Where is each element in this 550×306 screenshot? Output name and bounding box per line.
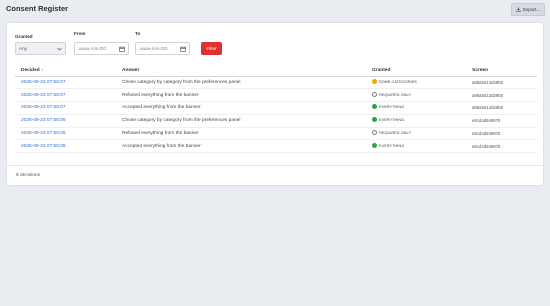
- granted-select[interactable]: Any: [15, 42, 66, 55]
- column-header-answer: Answer: [116, 65, 366, 77]
- table-footer: 6 decisions: [7, 165, 543, 185]
- granted-badge: EVERYTHING: [372, 142, 405, 148]
- column-header-screen: Screen: [466, 65, 537, 77]
- answer-cell: Accepted everything from the banner: [116, 101, 366, 115]
- granted-badge: REQUIRED ONLY: [372, 91, 411, 97]
- from-date-input[interactable]: aaaa-mm-DD: [74, 42, 129, 55]
- decided-link[interactable]: 2026-09-23 07:56:07: [15, 76, 116, 90]
- granted-cell: EVERYTHING: [366, 139, 466, 154]
- granted-text: REQUIRED ONLY: [379, 91, 411, 97]
- page-title: Consent Register: [6, 4, 69, 13]
- filter-button[interactable]: Filter: [201, 42, 222, 55]
- status-dot: [372, 104, 377, 110]
- table-row: 2026-09-23 07:56:05 Chose category by ca…: [15, 114, 537, 128]
- screen-cell: e8cd4d54997b: [466, 127, 537, 141]
- decided-link[interactable]: 2026-09-23 07:56:05: [15, 114, 116, 128]
- table-row: 2026-09-23 07:56:07 Accepted everything …: [15, 101, 537, 115]
- granted-cell: REQUIRED ONLY: [366, 88, 466, 103]
- to-placeholder: aaaa-mm-DD: [140, 46, 168, 51]
- status-dot: [372, 117, 377, 123]
- export-label: Export...: [522, 7, 541, 12]
- status-dot: [372, 130, 377, 136]
- granted-text: EVERYTHING: [379, 142, 405, 148]
- download-icon: [516, 7, 521, 12]
- granted-badge: REQUIRED ONLY: [372, 130, 411, 136]
- table-row: 2026-09-23 07:56:05 Refused everything f…: [15, 127, 537, 141]
- column-header-decided[interactable]: Decided ↓: [15, 65, 116, 77]
- granted-label: Granted: [15, 34, 33, 39]
- decided-link[interactable]: 2026-09-23 07:56:05: [15, 139, 116, 154]
- status-dot: [372, 91, 377, 97]
- table-row: 2026-09-23 07:56:07 Chose category by ca…: [15, 76, 537, 90]
- table-row: 2026-09-23 07:56:05 Accepted everything …: [15, 139, 537, 154]
- granted-cell: SOME CATEGORIES: [366, 76, 466, 90]
- screen-cell: e8cd4d54997b: [466, 114, 537, 128]
- granted-cell: EVERYTHING: [366, 114, 466, 128]
- table-header-row: Decided ↓ Answer Granted Screen: [15, 65, 537, 77]
- granted-value: Any: [19, 46, 27, 51]
- status-dot: [372, 142, 377, 148]
- granted-text: SOME CATEGORIES: [379, 78, 417, 84]
- column-header-granted: Granted: [366, 65, 466, 77]
- screen-cell: a88a5513d29b0: [466, 76, 537, 90]
- answer-cell: Refused everything from the banner: [116, 88, 366, 103]
- calendar-icon: [180, 46, 186, 52]
- granted-cell: REQUIRED ONLY: [366, 127, 466, 141]
- export-button[interactable]: Export...: [511, 3, 545, 16]
- status-dot: [372, 78, 377, 84]
- consent-card: Granted Any From aaaa-mm-DD To aaaa-mm-D…: [6, 22, 544, 186]
- screen-cell: e8cd4d54997b: [466, 139, 537, 154]
- screen-cell: a88a5513d29b0: [466, 101, 537, 115]
- table-row: 2026-09-23 07:56:07 Refused everything f…: [15, 88, 537, 103]
- granted-text: EVERYTHING: [379, 104, 405, 110]
- granted-cell: EVERYTHING: [366, 101, 466, 115]
- granted-badge: EVERYTHING: [372, 104, 405, 110]
- screen-cell: a88a5513d29b0: [466, 88, 537, 103]
- chevron-down-icon: [57, 47, 62, 51]
- decided-link[interactable]: 2026-09-23 07:56:07: [15, 101, 116, 115]
- consent-table: Decided ↓ Answer Granted Screen 2026-09-…: [15, 65, 537, 154]
- answer-cell: Chose category by category from the pref…: [116, 76, 366, 90]
- decided-link[interactable]: 2026-09-23 07:56:05: [15, 127, 116, 141]
- granted-text: EVERYTHING: [379, 117, 405, 123]
- answer-cell: Refused everything from the banner: [116, 127, 366, 141]
- decided-link[interactable]: 2026-09-23 07:56:07: [15, 88, 116, 103]
- filter-bar: Granted Any From aaaa-mm-DD To aaaa-mm-D…: [15, 31, 537, 59]
- granted-badge: EVERYTHING: [372, 117, 405, 123]
- from-placeholder: aaaa-mm-DD: [79, 46, 107, 51]
- granted-text: REQUIRED ONLY: [379, 130, 411, 136]
- calendar-icon: [119, 46, 125, 52]
- answer-cell: Accepted everything from the banner: [116, 139, 366, 154]
- decision-count: 6 decisions: [16, 173, 40, 178]
- header-bar: Consent Register Export...: [0, 0, 550, 20]
- answer-cell: Chose category by category from the pref…: [116, 114, 366, 128]
- to-date-input[interactable]: aaaa-mm-DD: [135, 42, 190, 55]
- from-label: From: [74, 31, 86, 36]
- to-label: To: [135, 31, 141, 36]
- granted-badge: SOME CATEGORIES: [372, 78, 417, 84]
